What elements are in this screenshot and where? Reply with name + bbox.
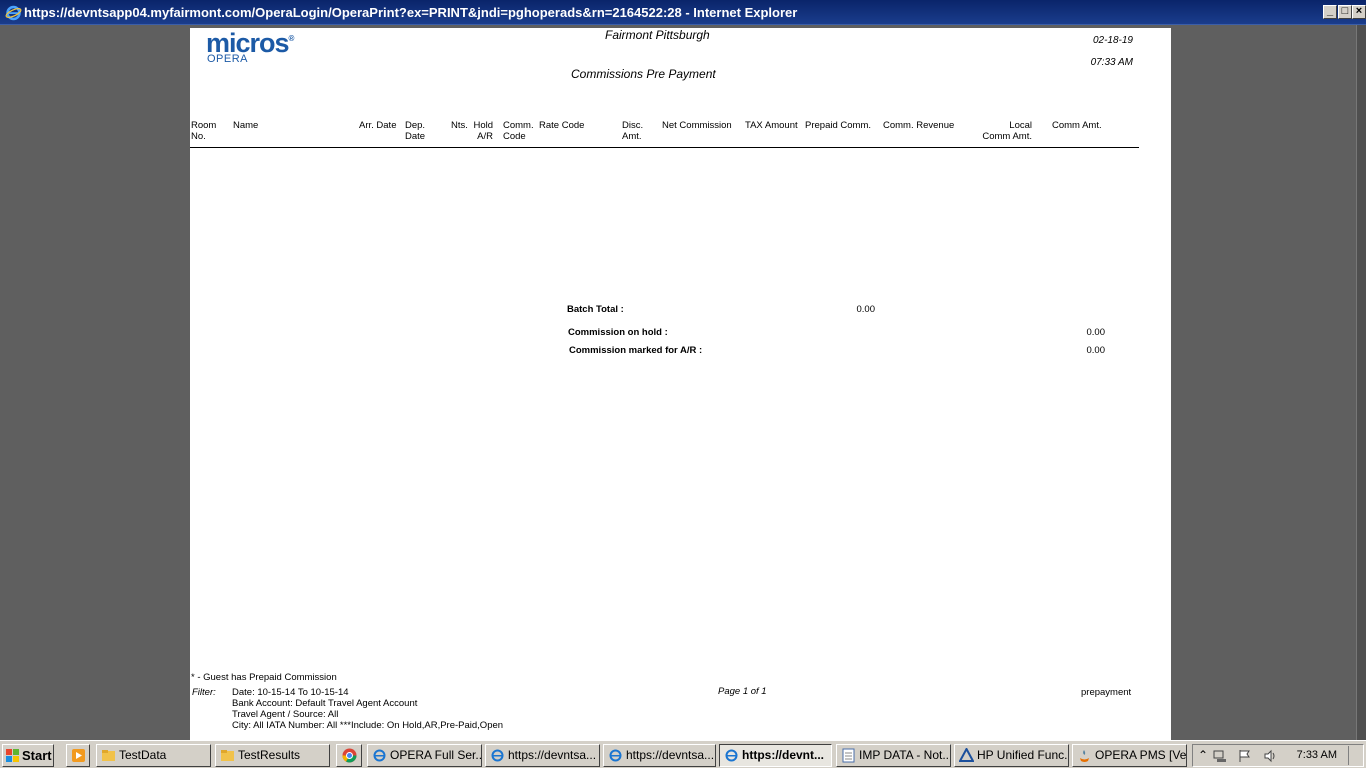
col-comm-amt: Comm Amt. xyxy=(1052,120,1102,131)
minimize-button[interactable]: _ xyxy=(1323,5,1337,19)
folder-icon xyxy=(102,750,115,761)
system-tray: ⌃ 7:33 AM xyxy=(1192,744,1364,767)
taskbar-item-testdata[interactable]: TestData xyxy=(96,744,211,767)
micros-opera-logo: micros® OPERA xyxy=(206,28,294,65)
clock[interactable]: 7:33 AM xyxy=(1297,749,1337,761)
media-player-icon xyxy=(72,749,85,762)
hp-icon xyxy=(959,748,974,762)
report-name: prepayment xyxy=(1081,687,1132,698)
col-name: Name xyxy=(233,120,259,131)
window-title-bar: https://devntsapp04.myfairmont.com/Opera… xyxy=(0,0,1366,25)
ie-icon xyxy=(609,749,622,762)
col-disc-amt: Disc. Amt. xyxy=(622,120,644,142)
close-button[interactable]: × xyxy=(1352,5,1366,19)
filter-bank-account: Bank Account: Default Travel Agent Accou… xyxy=(232,698,418,709)
chrome-icon xyxy=(342,748,357,763)
taskbar-item-devnt-active[interactable]: https://devnt... xyxy=(719,744,832,767)
page-number: Page 1 of 1 xyxy=(718,686,767,697)
hotel-name: Fairmont Pittsburgh xyxy=(605,28,710,42)
folder-icon xyxy=(221,750,234,761)
quicklaunch-chrome-button[interactable] xyxy=(336,744,362,767)
taskbar-item-opera-full-service[interactable]: OPERA Full Ser... xyxy=(367,744,482,767)
ie-icon xyxy=(373,749,386,762)
taskbar-item-imp-data[interactable]: IMP DATA - Not... xyxy=(836,744,951,767)
col-tax-amount: TAX Amount xyxy=(745,120,798,131)
filter-travel-agent: Travel Agent / Source: All xyxy=(232,709,339,720)
col-net-commission: Net Commission xyxy=(662,120,732,131)
taskbar-item-devntsa-2[interactable]: https://devntsa... xyxy=(603,744,716,767)
report-title: Commissions Pre Payment xyxy=(571,67,716,81)
vertical-scrollbar[interactable] xyxy=(1356,25,1366,740)
taskbar-item-testresults[interactable]: TestResults xyxy=(215,744,330,767)
taskbar: Start TestData TestResults OPERA Full Se… xyxy=(0,740,1366,768)
notepad-icon xyxy=(842,748,855,763)
col-comm-code: Comm. Code xyxy=(503,120,534,142)
col-dep-date: Dep. Date xyxy=(405,120,426,142)
taskbar-item-opera-pms[interactable]: OPERA PMS [Ve... xyxy=(1072,744,1187,767)
quicklaunch-media-button[interactable] xyxy=(66,744,90,767)
commission-on-hold-label: Commission on hold : xyxy=(568,327,668,338)
batch-total-value: 0.00 xyxy=(856,304,876,315)
col-rate-code: Rate Code xyxy=(539,120,585,131)
col-room: Room No. xyxy=(191,120,217,142)
report-date: 02-18-19 xyxy=(1092,35,1133,46)
commission-on-hold-value: 0.00 xyxy=(1086,327,1106,338)
filter-city: City: All IATA Number: All ***Include: O… xyxy=(232,720,504,731)
col-comm-revenue: Comm. Revenue xyxy=(883,120,955,131)
start-button[interactable]: Start xyxy=(2,744,54,767)
commission-ar-label: Commission marked for A/R : xyxy=(569,345,703,356)
col-prepaid-comm: Prepaid Comm. xyxy=(805,120,871,131)
ie-icon xyxy=(491,749,504,762)
col-arr-date: Arr. Date xyxy=(359,120,397,131)
volume-icon[interactable] xyxy=(1263,749,1277,763)
start-label: Start xyxy=(22,748,52,763)
filter-date: Date: 10-15-14 To 10-15-14 xyxy=(232,687,349,698)
header-rule xyxy=(190,147,1139,148)
show-hidden-icons-icon[interactable]: ⌃ xyxy=(1198,748,1208,762)
col-local-comm-amt: Local Comm Amt. xyxy=(982,120,1032,142)
taskbar-item-hp-unified[interactable]: HP Unified Func... xyxy=(954,744,1069,767)
filter-label: Filter: xyxy=(192,687,216,698)
window-title: https://devntsapp04.myfairmont.com/Opera… xyxy=(24,5,798,20)
show-desktop-button[interactable] xyxy=(1348,746,1360,765)
col-hold: Hold A/R xyxy=(473,120,493,142)
java-icon xyxy=(1080,750,1089,762)
taskbar-item-devntsa-1[interactable]: https://devntsa... xyxy=(485,744,600,767)
maximize-button[interactable]: □ xyxy=(1338,5,1352,19)
col-nights: Nts. xyxy=(451,120,468,131)
report-page: micros® OPERA Fairmont Pittsburgh Commis… xyxy=(190,28,1171,740)
ie-icon xyxy=(725,749,738,762)
internet-explorer-icon xyxy=(5,5,22,21)
windows-logo-icon xyxy=(6,749,19,762)
prepaid-note: * - Guest has Prepaid Commission xyxy=(191,672,337,683)
batch-total-label: Batch Total : xyxy=(567,304,624,315)
report-time: 07:33 AM xyxy=(1090,57,1133,68)
logo-opera: OPERA xyxy=(207,53,249,65)
commission-ar-value: 0.00 xyxy=(1086,345,1106,356)
network-icon[interactable] xyxy=(1213,749,1227,763)
action-center-flag-icon[interactable] xyxy=(1238,749,1252,763)
